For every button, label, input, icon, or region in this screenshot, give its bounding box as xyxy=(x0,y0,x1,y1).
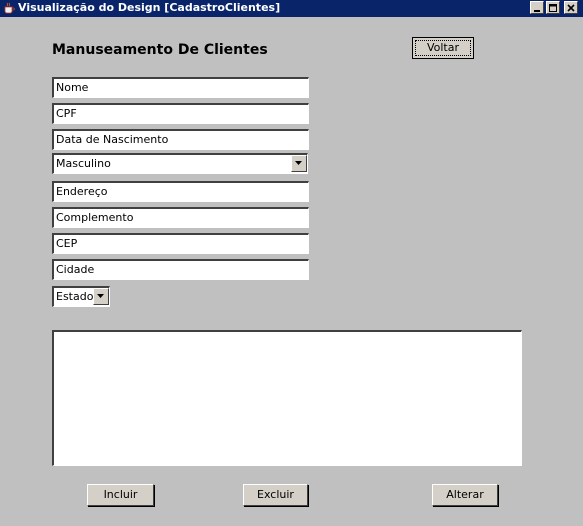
window-title: Visualização do Design [CadastroClientes… xyxy=(18,1,281,14)
sexo-select-value: Masculino xyxy=(56,157,111,170)
page-title: Manuseamento De Clientes xyxy=(52,42,268,58)
incluir-button[interactable]: Incluir xyxy=(87,484,154,506)
alterar-button[interactable]: Alterar xyxy=(432,484,498,506)
nome-field[interactable]: Nome xyxy=(52,77,309,98)
minimize-button[interactable] xyxy=(530,1,544,14)
cep-field[interactable]: CEP xyxy=(52,233,309,254)
chevron-down-icon xyxy=(97,294,104,298)
estado-select-value: Estado xyxy=(56,290,94,303)
sexo-select-arrow[interactable] xyxy=(291,155,307,172)
focus-ring xyxy=(415,40,471,56)
excluir-button[interactable]: Excluir xyxy=(243,484,308,506)
complemento-field[interactable]: Complemento xyxy=(52,207,309,228)
clientes-textarea[interactable] xyxy=(52,330,522,466)
chevron-down-icon xyxy=(295,161,302,165)
window-titlebar[interactable]: Visualização do Design [CadastroClientes… xyxy=(0,0,583,17)
endereco-field[interactable]: Endereço xyxy=(52,181,309,202)
java-cup-icon xyxy=(3,2,15,14)
cidade-field[interactable]: Cidade xyxy=(52,259,309,280)
excluir-button-label: Excluir xyxy=(257,488,294,501)
maximize-icon xyxy=(549,3,557,12)
close-button[interactable] xyxy=(564,1,578,14)
maximize-button[interactable] xyxy=(546,1,560,14)
estado-select-arrow[interactable] xyxy=(93,288,109,305)
estado-select[interactable]: Estado xyxy=(52,286,110,307)
sexo-select[interactable]: Masculino xyxy=(52,153,308,174)
close-icon xyxy=(567,3,575,12)
alterar-button-label: Alterar xyxy=(446,488,484,501)
voltar-button[interactable]: Voltar xyxy=(412,37,474,59)
data-nascimento-field[interactable]: Data de Nascimento xyxy=(52,129,309,150)
cpf-field[interactable]: CPF xyxy=(52,103,309,124)
incluir-button-label: Incluir xyxy=(103,488,138,501)
minimize-icon xyxy=(533,3,541,12)
